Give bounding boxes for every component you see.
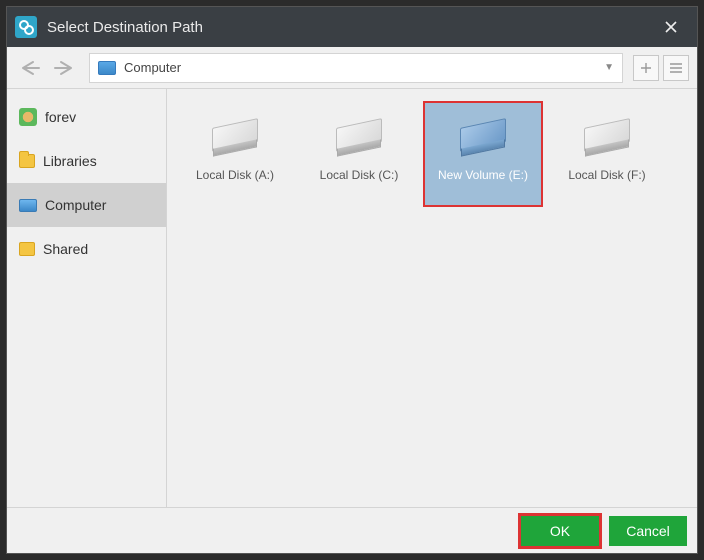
list-icon	[669, 62, 683, 74]
sidebar-item-label: Shared	[43, 241, 88, 257]
disk-icon	[328, 109, 390, 159]
view-list-button[interactable]	[663, 55, 689, 81]
forward-button[interactable]	[49, 53, 79, 83]
app-icon	[15, 16, 37, 38]
disk-icon	[204, 109, 266, 159]
drive-label: Local Disk (C:)	[320, 169, 399, 182]
dialog-window: Select Destination Path Computer ▼ for	[6, 6, 698, 554]
sidebar-item-computer[interactable]: Computer	[7, 183, 166, 227]
computer-icon	[19, 199, 37, 212]
drive-item-selected[interactable]: New Volume (E:)	[423, 101, 543, 207]
plus-icon	[639, 61, 653, 75]
arrow-left-icon	[19, 60, 41, 76]
arrow-right-icon	[53, 60, 75, 76]
disk-icon	[452, 109, 514, 159]
sidebar-item-label: Libraries	[43, 153, 97, 169]
path-bar[interactable]: Computer ▼	[89, 53, 623, 83]
sidebar-item-libraries[interactable]: Libraries	[7, 139, 166, 183]
chevron-down-icon: ▼	[604, 62, 614, 73]
sidebar-item-shared[interactable]: Shared	[7, 227, 166, 271]
disk-icon	[576, 109, 638, 159]
user-icon	[19, 108, 37, 126]
sidebar-item-label: forev	[45, 109, 76, 125]
drive-label: Local Disk (F:)	[568, 169, 645, 182]
computer-icon	[98, 61, 116, 75]
window-title: Select Destination Path	[47, 19, 203, 36]
drive-item[interactable]: Local Disk (C:)	[299, 101, 419, 207]
dialog-body: forev Libraries Computer Shared Local Di…	[7, 89, 697, 507]
toolbar: Computer ▼	[7, 47, 697, 89]
drive-item[interactable]: Local Disk (F:)	[547, 101, 667, 207]
new-folder-button[interactable]	[633, 55, 659, 81]
ok-button[interactable]: OK	[521, 516, 599, 546]
sidebar-item-user[interactable]: forev	[7, 95, 166, 139]
drive-item[interactable]: Local Disk (A:)	[175, 101, 295, 207]
sidebar-item-label: Computer	[45, 197, 106, 213]
path-label: Computer	[124, 60, 181, 75]
footer: OK Cancel	[7, 507, 697, 553]
drive-label: Local Disk (A:)	[196, 169, 274, 182]
close-icon	[664, 20, 678, 34]
drive-label: New Volume (E:)	[438, 169, 528, 182]
libraries-icon	[19, 154, 35, 168]
sidebar: forev Libraries Computer Shared	[7, 89, 167, 507]
cancel-button[interactable]: Cancel	[609, 516, 687, 546]
drive-grid: Local Disk (A:) Local Disk (C:) New Volu…	[167, 89, 697, 507]
back-button[interactable]	[15, 53, 45, 83]
shared-icon	[19, 242, 35, 256]
close-button[interactable]	[651, 7, 691, 47]
titlebar: Select Destination Path	[7, 7, 697, 47]
